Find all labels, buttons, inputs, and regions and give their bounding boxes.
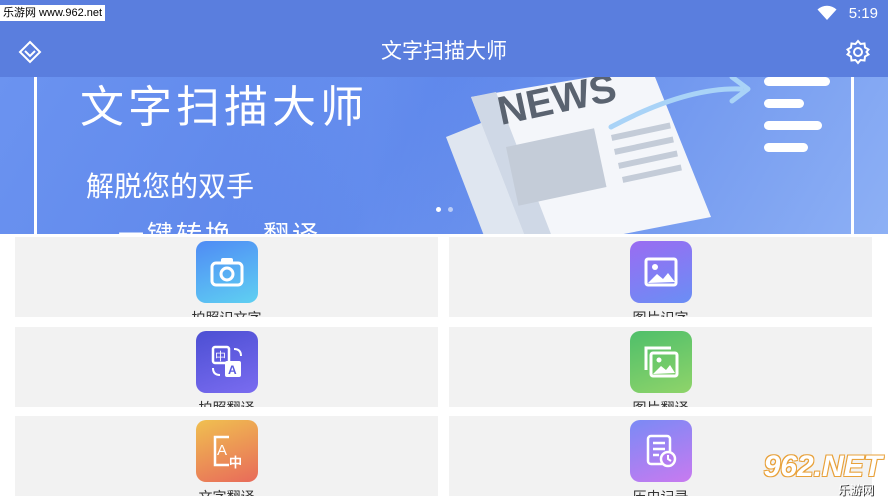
banner-page-dots xyxy=(436,207,453,212)
translate-icon: 中 A xyxy=(195,331,258,393)
watermark-text: 乐游网 www.962.net xyxy=(0,5,106,21)
feature-card-image-translate[interactable]: 图片翻译 xyxy=(449,327,872,407)
newspaper-illustration: NEWS xyxy=(446,77,830,234)
text-translate-icon: A 中 xyxy=(195,420,258,482)
clock-time: 5:19 xyxy=(848,4,878,22)
image-icon xyxy=(629,241,692,303)
feature-label: 拍照识文字 xyxy=(15,308,438,317)
feature-label: 图片翻译 xyxy=(449,398,872,407)
banner-subtitle: 解脱您的双手 xyxy=(86,170,255,203)
page-title: 文字扫描大师 xyxy=(381,39,507,63)
site-logo: 962.NET 乐游网 xyxy=(750,450,882,497)
feature-card-photo-ocr[interactable]: 拍照识文字 xyxy=(15,237,438,317)
feature-label: 文字翻译 xyxy=(15,487,438,496)
feature-card-image-ocr[interactable]: 图片识字 xyxy=(449,237,872,317)
gear-icon[interactable] xyxy=(844,38,872,66)
feature-grid: 拍照识文字 图片识字 中 A 拍照翻译 xyxy=(0,234,888,500)
feature-label: 图片识字 xyxy=(449,308,872,317)
page-dot[interactable] xyxy=(448,207,453,212)
logo-sub-text: 乐游网 xyxy=(837,483,874,497)
svg-text:中: 中 xyxy=(215,350,226,363)
svg-text:A: A xyxy=(217,442,227,459)
status-bar: 乐游网 www.962.net 5:19 xyxy=(0,0,888,26)
svg-text:A: A xyxy=(228,363,237,377)
feature-label: 拍照翻译 xyxy=(15,398,438,407)
banner-subtitle-2: 一键转换，翻译 xyxy=(118,215,321,234)
gallery-icon xyxy=(629,331,692,393)
history-icon xyxy=(629,420,692,482)
logo-text: 962.NET xyxy=(763,450,882,483)
svg-text:中: 中 xyxy=(229,455,242,471)
banner-title: 文字扫描大师 xyxy=(80,82,368,133)
page-dot[interactable] xyxy=(436,207,441,212)
promo-banner[interactable]: 文字扫描大师 解脱您的双手 一键转换，翻译 NEWS xyxy=(0,77,888,234)
feature-card-text-translate[interactable]: A 中 文字翻译 xyxy=(15,416,438,496)
wifi-icon xyxy=(817,5,837,20)
status-right: 5:19 xyxy=(817,4,878,22)
feature-card-photo-translate[interactable]: 中 A 拍照翻译 xyxy=(15,327,438,407)
camera-icon xyxy=(195,241,258,303)
app-bar: 文字扫描大师 xyxy=(0,26,888,77)
